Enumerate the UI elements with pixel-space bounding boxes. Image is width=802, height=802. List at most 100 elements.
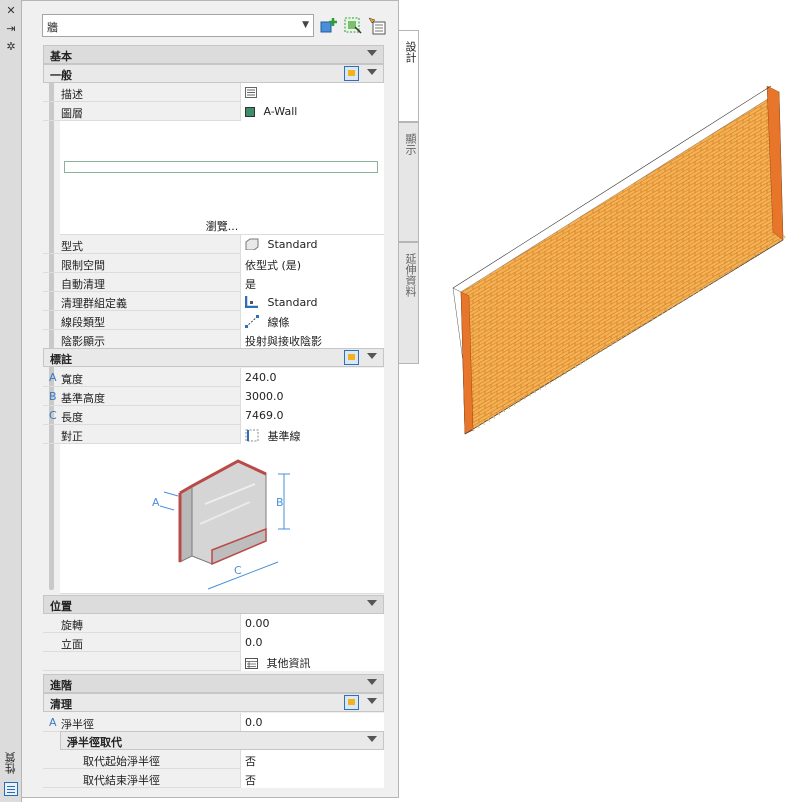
tab-display[interactable]: 顯示 [399,122,419,242]
browse-link[interactable]: 瀏覽... [60,218,384,234]
dimension-marker: A [49,716,57,729]
diagram-label-c: C [234,564,242,577]
tab-design-label: 設計 [404,41,417,63]
autohide-icon[interactable]: ⇥ [4,22,18,36]
palette-title: 性質 [4,752,17,774]
chevron-down-icon[interactable] [367,679,377,685]
section-basic[interactable]: 基本 [43,45,384,64]
tab-design[interactable]: 設計 [399,30,419,122]
property-label: 取代結束淨半徑 [83,774,160,787]
dimension-marker: B [49,390,57,403]
object-type-value: 牆 [47,21,58,34]
gear-icon[interactable]: ✲ [4,40,18,54]
property-value[interactable]: 0.0 [240,633,384,652]
preview-strip [64,161,378,173]
chevron-down-icon[interactable] [367,698,377,704]
section-advanced-label: 進階 [50,679,72,692]
property-value[interactable]: 0.00 [240,614,384,633]
wall-dimension-diagram: B C A [152,459,290,590]
property-row-bound-spaces[interactable]: 限制空間 依型式 (是) [43,254,384,273]
property-row-segment-type[interactable]: 線段類型 線條 [43,311,384,330]
chevron-down-icon[interactable] [367,353,377,359]
property-row-width[interactable]: A 寬度 240.0 [43,368,384,387]
property-row-style[interactable]: 型式 Standard [43,235,384,254]
section-radius-override[interactable]: 淨半徑取代 [60,731,384,750]
dimension-marker: C [49,409,57,422]
object-type-dropdown[interactable]: 牆 ▼ [42,14,314,37]
property-label [61,655,240,673]
segment-line-icon [245,315,259,328]
section-annotation[interactable]: 標註 [43,348,384,367]
section-advanced[interactable]: 進階 [43,674,384,693]
section-cleanup-label: 清理 [50,698,72,711]
section-basic-label: 基本 [50,50,72,63]
section-radius-override-label: 淨半徑取代 [67,736,122,749]
property-value[interactable]: 其他資訊 [240,652,384,671]
help-icon[interactable] [344,66,359,81]
property-row-override-end[interactable]: 取代結束淨半徑 否 [43,769,384,788]
close-icon[interactable]: ✕ [4,4,18,18]
chevron-down-icon[interactable] [367,600,377,606]
property-row-auto-cleanup[interactable]: 自動清理 是 [43,273,384,292]
property-value[interactable]: 依型式 (是) [240,254,384,273]
property-row-cleanup-group[interactable]: 清理群組定義 Standard [43,292,384,311]
property-row-justify[interactable]: 對正 基準線 [43,425,384,444]
tab-extended-data[interactable]: 延伸資料 [399,242,419,364]
property-value[interactable]: Standard [240,292,384,311]
property-value[interactable]: 投射與接收陰影 [240,330,384,349]
property-value[interactable]: 3000.0 [240,387,384,406]
chevron-down-icon[interactable] [367,69,377,75]
property-value[interactable]: 否 [240,750,384,769]
property-value[interactable]: 基準線 [240,425,384,444]
section-location-label: 位置 [50,600,72,613]
description-icon[interactable] [245,87,257,98]
property-value[interactable]: Standard [240,235,384,254]
brick-wall-model[interactable] [449,72,789,436]
section-cleanup[interactable]: 清理 [43,693,384,712]
material-preview-panel: 瀏覽... [60,121,384,235]
property-value[interactable]: 0.0 [240,713,384,732]
property-row-rotation[interactable]: 旋轉 0.00 [43,614,384,633]
layer-color-swatch [245,107,255,117]
section-location[interactable]: 位置 [43,595,384,614]
chevron-down-icon: ▼ [302,20,309,30]
property-row-layer[interactable]: 圖層 A-Wall [43,102,384,121]
property-value[interactable]: 240.0 [240,368,384,387]
wall-dimension-diagram-panel: B C A [60,444,384,594]
property-row-override-start[interactable]: 取代起始淨半徑 否 [43,750,384,769]
property-value[interactable]: 7469.0 [240,406,384,425]
property-row-additional-info[interactable]: 其他資訊 [43,652,384,671]
select-objects-icon[interactable] [367,16,387,36]
help-icon[interactable] [344,695,359,710]
diagram-label-a: A [152,496,160,509]
property-value[interactable] [240,83,384,102]
cleanup-group-icon [245,296,258,308]
dimension-marker: A [49,371,57,384]
property-row-elevation[interactable]: 立面 0.0 [43,633,384,652]
quick-select-icon[interactable] [343,16,363,36]
properties-icon [4,782,18,796]
property-row-cleanup-radius[interactable]: A 淨半徑 0.0 [43,713,384,732]
property-value[interactable]: 否 [240,769,384,788]
diagram-label-b: B [276,496,284,509]
justify-icon [245,429,259,442]
help-icon[interactable] [344,350,359,365]
style-icon [245,238,259,250]
section-general-label: 一般 [50,69,72,82]
property-value[interactable]: A-Wall [240,102,384,121]
property-value[interactable]: 線條 [240,311,384,330]
add-selected-icon[interactable] [319,16,339,36]
property-row-shadow-display[interactable]: 陰影顯示 投射與接收陰影 [43,330,384,349]
property-row-length[interactable]: C 長度 7469.0 [43,406,384,425]
property-value[interactable]: 是 [240,273,384,292]
property-row-description[interactable]: 描述 [43,83,384,102]
section-annotation-label: 標註 [50,353,72,366]
tab-extended-data-label: 延伸資料 [404,253,417,297]
chevron-down-icon[interactable] [367,50,377,56]
property-row-base-height[interactable]: B 基準高度 3000.0 [43,387,384,406]
info-table-icon [245,658,258,669]
palette-title-strip[interactable]: ✕ ⇥ ✲ 性質 [0,0,22,802]
chevron-down-icon[interactable] [367,736,377,742]
section-general[interactable]: 一般 [43,64,384,83]
autocad-architecture-window: ✕ ⇥ ✲ 性質 牆 ▼ 設計 顯示 延伸資料 基本 一般 描述 圖層 A-Wa… [0,0,802,802]
